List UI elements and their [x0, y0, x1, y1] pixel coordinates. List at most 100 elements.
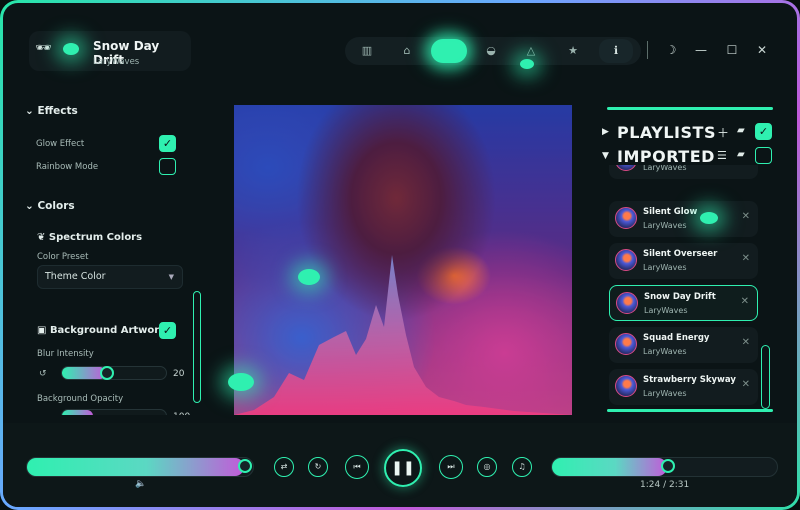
song-title: Strawberry Skyway — [643, 375, 736, 385]
sunglasses-logo-icon: 🕶 — [35, 41, 52, 56]
playlists-select-checkbox[interactable]: ✓ — [755, 123, 772, 140]
remove-song-icon[interactable]: ✕ — [742, 211, 750, 222]
volume-icon[interactable]: 🔈 — [135, 479, 146, 489]
playlist-song-item[interactable]: Silent Glow LaryWaves ✕ — [609, 201, 758, 237]
playlist-song-item[interactable]: Snow Day Drift LaryWaves ✕ — [609, 285, 758, 321]
volume-slider-knob[interactable] — [238, 459, 252, 473]
color-preset-select[interactable]: Theme Color ▼ — [37, 265, 183, 289]
shuffle-icon: ⇄ — [280, 462, 288, 471]
building-icon: ▥ — [361, 44, 373, 57]
glow-blob — [298, 269, 320, 285]
song-artist: LaryWaves — [643, 165, 687, 172]
playlists-panel: ▶ PLAYLISTS ＋ ▰ ✓ ▼ IMPORTED ☰ ▰ Shadow … — [601, 105, 777, 415]
opacity-slider[interactable] — [61, 409, 167, 415]
blur-intensity-slider[interactable] — [61, 366, 167, 380]
rainbow-mode-label: Rainbow Mode — [36, 162, 99, 172]
previous-icon: ⏮ — [353, 462, 361, 471]
song-thumbnail — [616, 292, 638, 314]
reset-icon[interactable]: ↺ — [39, 369, 47, 379]
expand-playlists-icon[interactable]: ▶ — [602, 127, 609, 137]
glow-blob — [433, 41, 463, 61]
folder-icon[interactable]: ▰ — [737, 125, 745, 136]
song-artist: LaryWaves — [643, 263, 687, 272]
playlist-scrollbar[interactable] — [761, 345, 770, 409]
minimize-button[interactable]: — — [689, 38, 713, 62]
song-artist: LaryWaves — [643, 347, 687, 356]
spectrum-visualizer — [234, 255, 572, 415]
shuffle-button[interactable]: ⇄ — [274, 457, 294, 477]
star-icon: ★ — [568, 44, 578, 57]
repeat-button[interactable]: ↻ — [308, 457, 328, 477]
pause-icon: ❚❚ — [391, 460, 415, 476]
blur-value: 20 — [173, 369, 185, 379]
home-icon: ⌂ — [403, 44, 411, 57]
remove-song-icon[interactable]: ✕ — [742, 253, 750, 264]
song-title: Snow Day Drift — [644, 292, 716, 302]
glow-blob — [520, 59, 534, 69]
visualizer-icon: ◎ — [483, 462, 491, 471]
progress-slider[interactable] — [551, 457, 778, 477]
tab-shield[interactable]: ◒ — [475, 41, 507, 61]
dropdown-arrow-icon: ▼ — [168, 273, 174, 281]
close-button[interactable]: ✕ — [750, 38, 774, 62]
visualizer-button[interactable]: ◎ — [477, 457, 497, 477]
theme-toggle-button[interactable]: ☽ — [659, 38, 683, 62]
settings-scrollbar[interactable] — [193, 291, 201, 403]
playlist-song-item[interactable]: Silent Overseer LaryWaves ✕ — [609, 243, 758, 279]
song-thumbnail — [615, 165, 637, 171]
tab-home[interactable]: ⌂ — [391, 41, 423, 61]
tab-building[interactable]: ▥ — [351, 41, 383, 61]
glow-effect-checkbox[interactable]: ✓ — [159, 135, 176, 152]
music-note-icon: ♫ — [518, 462, 526, 471]
spectrum-colors-heading: ❦ Spectrum Colors — [37, 232, 143, 243]
tab-star[interactable]: ★ — [557, 41, 589, 61]
song-artist: LaryWaves — [643, 389, 687, 398]
close-icon: ✕ — [756, 43, 768, 57]
view-tabs: ▥ ⌂ ● ◒ △ ★ — [345, 37, 641, 65]
header-divider — [647, 41, 648, 59]
background-artwork-heading: ▣ Background Artwork — [37, 325, 166, 336]
remove-song-icon[interactable]: ✕ — [742, 379, 750, 390]
playlist-song-item[interactable]: Strawberry Skyway LaryWaves ✕ — [609, 369, 758, 405]
album-artwork-visualizer — [234, 105, 572, 415]
colors-heading[interactable]: ⌄ Colors — [25, 200, 75, 212]
playlist-top-divider — [607, 107, 773, 110]
song-artist: LaryWaves — [644, 306, 688, 315]
remove-song-icon[interactable]: ✕ — [741, 296, 749, 307]
background-opacity-label: Background Opacity — [37, 394, 124, 404]
info-button[interactable]: ℹ — [599, 39, 633, 63]
info-icon: ℹ — [613, 44, 619, 57]
add-playlist-icon[interactable]: ＋ — [717, 124, 729, 141]
remove-song-icon[interactable]: ✕ — [742, 337, 750, 348]
rainbow-mode-checkbox[interactable] — [159, 158, 176, 175]
list-icon[interactable]: ☰ — [717, 149, 727, 162]
repeat-icon: ↻ — [314, 462, 322, 471]
glow-blob — [700, 212, 718, 224]
playlists-heading[interactable]: PLAYLISTS — [617, 123, 716, 142]
app-window: 🕶 Snow Day Drift LaryWaves ▥ ⌂ ● ◒ △ ★ ℹ… — [0, 0, 800, 510]
tab-recycle[interactable]: △ — [515, 41, 547, 61]
folder-icon[interactable]: ▰ — [737, 149, 745, 160]
queue-button[interactable]: ♫ — [512, 457, 532, 477]
imported-heading[interactable]: IMPORTED — [617, 147, 715, 166]
volume-slider[interactable] — [26, 457, 254, 477]
blur-slider-knob[interactable] — [100, 366, 114, 380]
now-playing-card: 🕶 Snow Day Drift LaryWaves — [29, 31, 191, 71]
playlist-song-item[interactable]: Shadow DialLaryWaves✕ — [609, 165, 758, 179]
background-artwork-checkbox[interactable]: ✓ — [159, 322, 176, 339]
minimize-icon: — — [695, 43, 707, 57]
maximize-button[interactable]: ☐ — [720, 38, 744, 62]
imported-select-checkbox[interactable] — [755, 147, 772, 164]
next-button[interactable]: ⏭ — [439, 455, 463, 479]
shield-icon: ◒ — [486, 44, 496, 57]
previous-button[interactable]: ⏮ — [345, 455, 369, 479]
progress-slider-knob[interactable] — [661, 459, 675, 473]
collapse-imported-icon[interactable]: ▼ — [602, 151, 609, 161]
moon-icon: ☽ — [665, 43, 677, 57]
opacity-value: 100 — [173, 412, 190, 415]
playlist-bottom-divider — [607, 409, 773, 412]
play-pause-button[interactable]: ❚❚ — [384, 449, 422, 487]
playlist-song-item[interactable]: Squad Energy LaryWaves ✕ — [609, 327, 758, 363]
effects-heading[interactable]: ⌄ Effects — [25, 105, 78, 117]
maximize-icon: ☐ — [726, 43, 738, 57]
